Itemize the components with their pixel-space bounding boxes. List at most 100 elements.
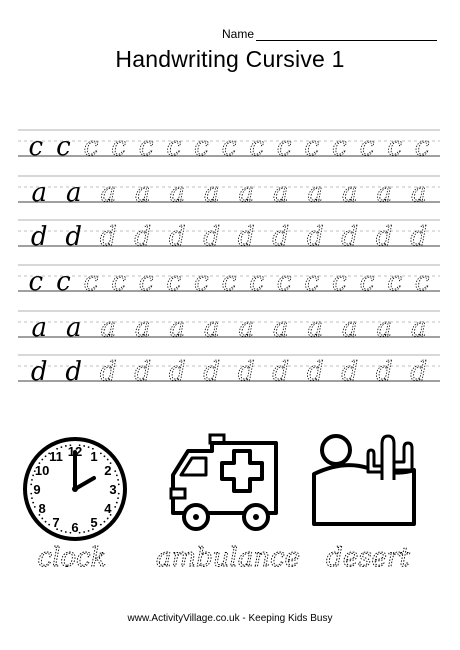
clock-tick [103, 520, 106, 523]
practice-letter: d [100, 357, 117, 387]
practice-letter: a [342, 178, 358, 208]
practice-letter: d [169, 357, 186, 387]
clock-number: 5 [90, 515, 97, 530]
practice-letter: a [376, 178, 392, 208]
practice-letter: d [169, 222, 186, 252]
practice-letter: d [65, 222, 82, 252]
footer-text: www.ActivityVillage.co.uk - Keeping Kids… [127, 613, 333, 624]
practice-letter: d [341, 357, 358, 387]
practice-letter: d [410, 222, 427, 252]
clock-tick [99, 452, 102, 455]
practice-letter: c [332, 132, 347, 162]
clock-number: 6 [71, 520, 78, 535]
clock-tick [64, 445, 67, 447]
practice-row: ccccccccccccccc [18, 129, 440, 162]
practice-letter: d [203, 222, 220, 252]
practice-letter: c [387, 132, 402, 162]
practice-letter: c [56, 132, 71, 162]
practice-letter: c [277, 267, 292, 297]
clock-number: 1 [90, 449, 97, 464]
clock-tick [114, 505, 117, 508]
practice-letter: c [277, 132, 292, 162]
practice-letter: a [31, 313, 47, 343]
clock-tick [33, 505, 36, 508]
practice-letter: a [135, 313, 151, 343]
practice-letter: d [100, 222, 117, 252]
practice-letter: c [360, 267, 375, 297]
practice-letter: d [203, 357, 220, 387]
practice-letter: d [376, 357, 393, 387]
practice-letter: a [238, 313, 254, 343]
clock-tick [41, 517, 44, 520]
practice-letter: c [139, 267, 154, 297]
practice-letter: a [66, 313, 82, 343]
practice-letter: d [65, 357, 82, 387]
ambulance-icon [169, 433, 278, 531]
practice-row: dddddddddddd [18, 354, 440, 387]
clock-number: 2 [104, 463, 111, 478]
practice-letter: c [84, 132, 99, 162]
word-clock: clock [38, 543, 107, 573]
clock-icon: 121234567891011 [23, 437, 127, 541]
practice-letter: c [167, 267, 182, 297]
clock-number: 3 [109, 482, 116, 497]
practice-letter: a [342, 313, 358, 343]
clock-tick [41, 458, 44, 461]
clock-number: 11 [49, 449, 63, 464]
practice-letter: d [272, 357, 289, 387]
practice-letter: c [56, 267, 71, 297]
clock-tick [114, 470, 117, 473]
clock-tick [106, 517, 109, 520]
practice-letter: c [167, 132, 182, 162]
clock-tick [48, 523, 51, 526]
practice-row: dddddddddddd [18, 219, 440, 252]
clock-tick [115, 501, 118, 504]
practice-letter: a [169, 178, 185, 208]
clock-tick [78, 531, 81, 534]
practice-letter: c [360, 132, 375, 162]
practice-letter: a [100, 178, 116, 208]
practice-letter: c [332, 267, 347, 297]
clock-tick [60, 529, 63, 532]
practice-letter: c [305, 132, 320, 162]
practice-letter: c [139, 132, 154, 162]
practice-letter: d [238, 222, 255, 252]
clock-tick [44, 455, 47, 458]
desert-icon [312, 434, 416, 526]
practice-letter: a [31, 178, 47, 208]
practice-letter: a [204, 178, 220, 208]
practice-letter: d [307, 357, 324, 387]
practice-letter: c [415, 267, 430, 297]
clock-tick [32, 501, 35, 504]
clock-tick [30, 483, 33, 486]
clock-tick [99, 523, 102, 526]
clock-tick [83, 445, 86, 447]
practice-letter: a [169, 313, 185, 343]
clock-tick [106, 458, 109, 461]
clock-tick [83, 531, 86, 533]
practice-letter: c [387, 267, 402, 297]
practice-letter: c [111, 132, 126, 162]
practice-letter: d [341, 222, 358, 252]
practice-letter: c [415, 132, 430, 162]
practice-letter: a [307, 178, 323, 208]
clock-tick [31, 478, 33, 481]
practice-letter: d [31, 357, 48, 387]
practice-letter: a [273, 313, 289, 343]
practice-letter: c [29, 132, 44, 162]
clock-tick [117, 483, 120, 486]
clock-number: 9 [33, 482, 40, 497]
practice-letter: c [84, 267, 99, 297]
practice-letter: d [307, 222, 324, 252]
practice-letter: a [307, 313, 323, 343]
practice-letter: a [135, 178, 151, 208]
practice-row: aaaaaaaaaaaa [18, 175, 440, 208]
practice-letter: d [376, 222, 393, 252]
clock-number: 4 [104, 501, 112, 516]
clock-tick [103, 455, 106, 458]
practice-letter: a [273, 178, 289, 208]
clock-tick [117, 492, 120, 495]
clock-tick [115, 474, 118, 477]
practice-letter: c [222, 267, 237, 297]
clock-tick [31, 497, 33, 500]
